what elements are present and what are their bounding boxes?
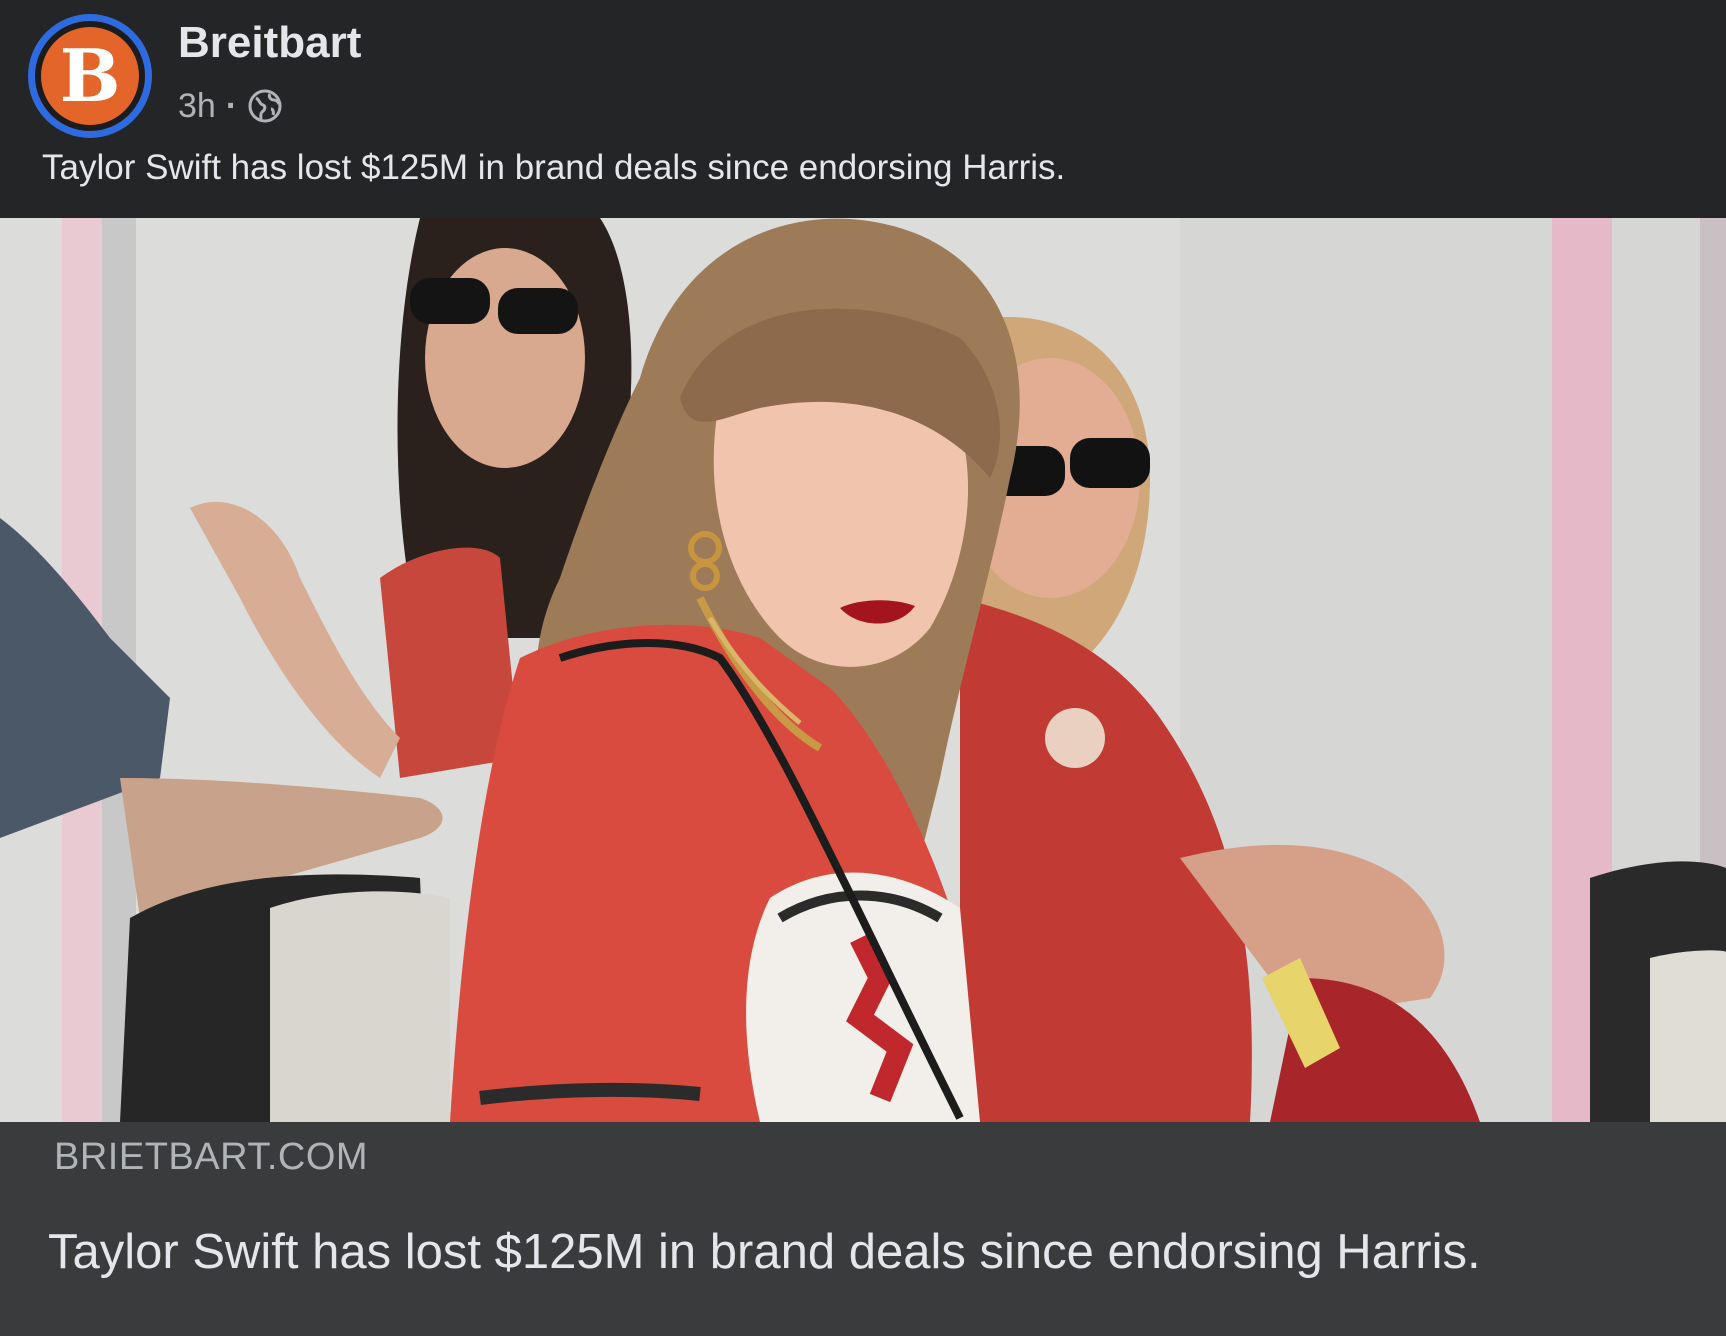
avatar-logo: B xyxy=(41,27,139,125)
avatar-letter: B xyxy=(59,33,121,118)
link-headline[interactable]: Taylor Swift has lost $125M in brand dea… xyxy=(48,1224,1481,1280)
post-caption: Taylor Swift has lost $125M in brand dea… xyxy=(42,148,1066,187)
avatar-inner-ring: B xyxy=(35,21,145,131)
page-name[interactable]: Breitbart xyxy=(178,18,361,68)
post-photo[interactable] xyxy=(0,218,1726,1122)
link-preview[interactable]: BRIETBART.COM Taylor Swift has lost $125… xyxy=(0,1122,1726,1336)
post-timestamp[interactable]: 3h xyxy=(178,87,216,126)
globe-icon[interactable] xyxy=(247,88,283,124)
post-meta: 3h · xyxy=(178,86,283,126)
meta-separator: · xyxy=(225,86,238,125)
page-avatar[interactable]: B xyxy=(28,14,152,138)
post-header: B Breitbart 3h · Taylor Swift has lost $… xyxy=(0,0,1726,218)
link-domain: BRIETBART.COM xyxy=(54,1136,369,1178)
facebook-post: B Breitbart 3h · Taylor Swift has lost $… xyxy=(0,0,1726,1336)
